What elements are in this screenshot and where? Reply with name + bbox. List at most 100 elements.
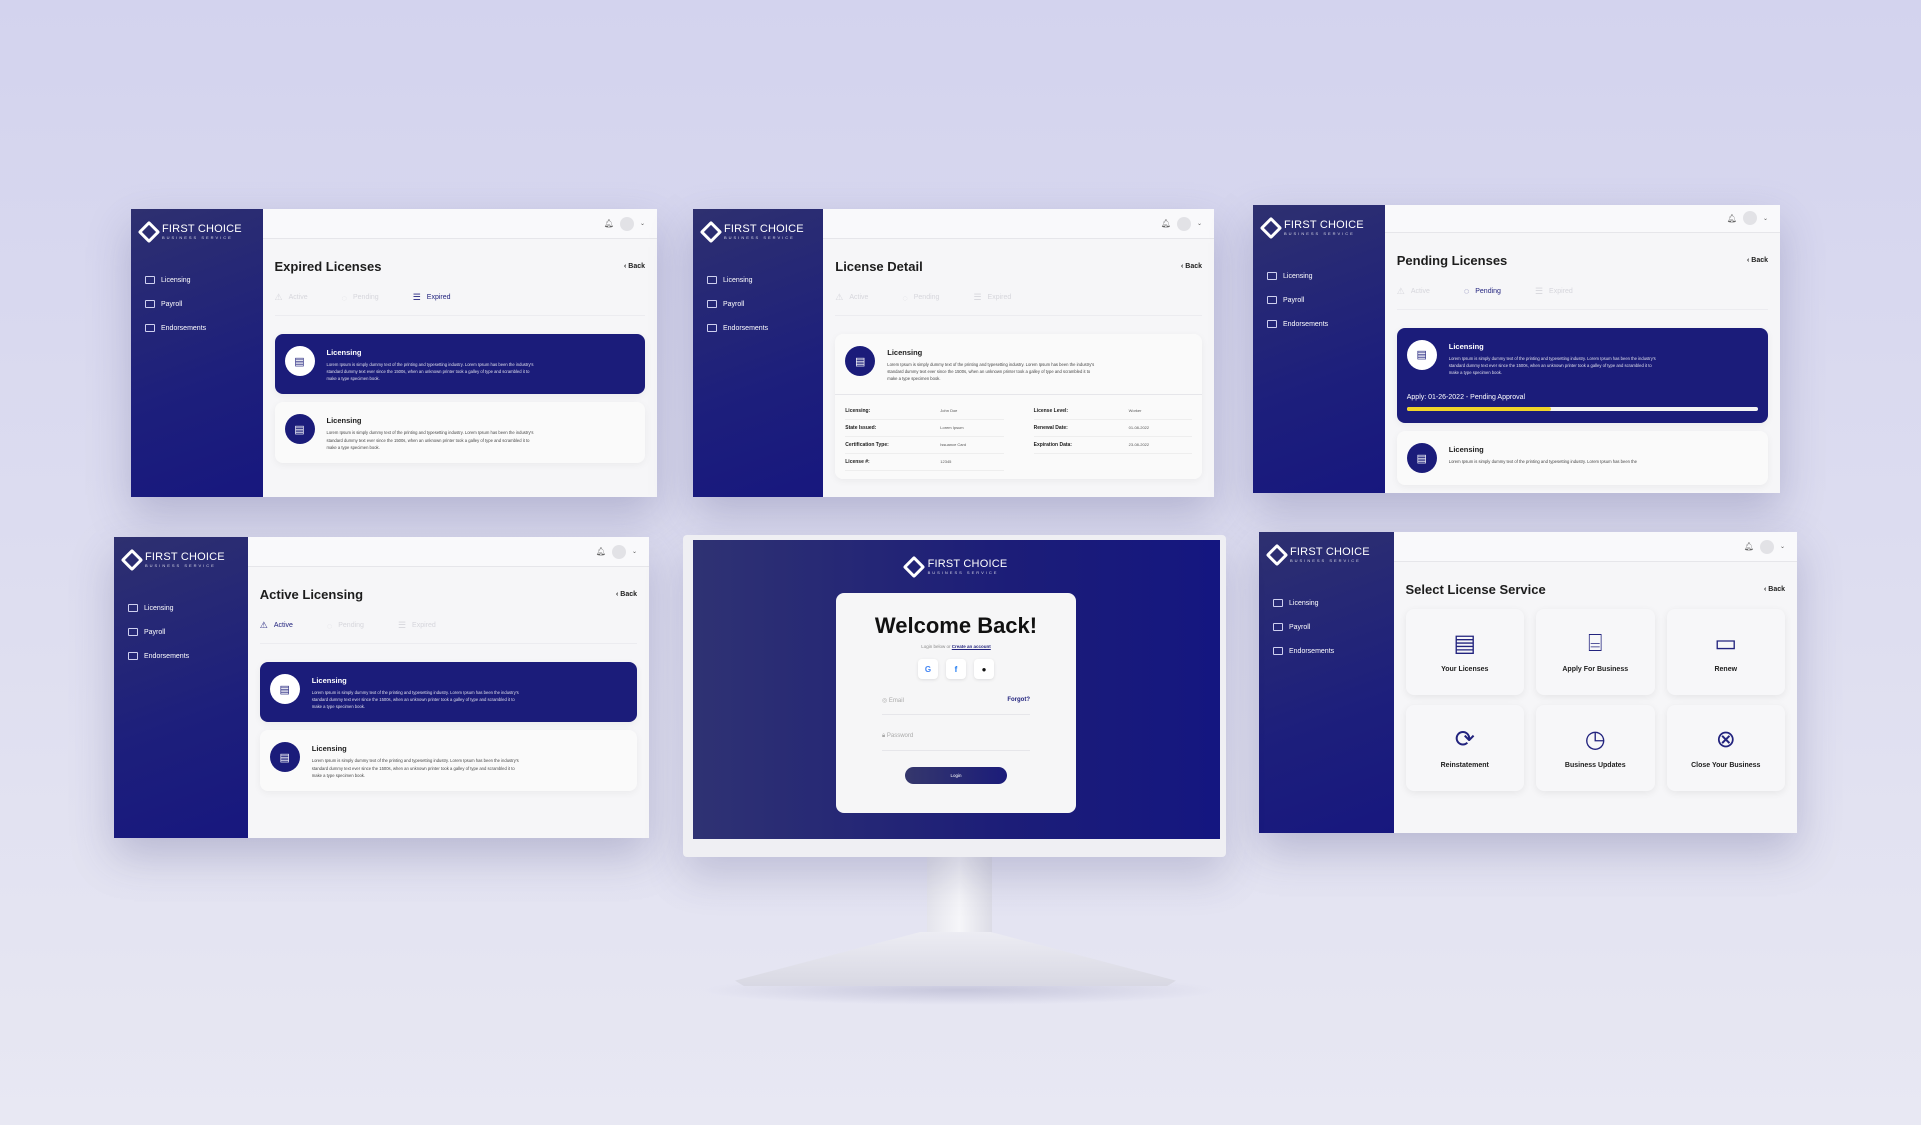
bell-icon[interactable]: 🔔︎	[1161, 219, 1171, 228]
tab-expired[interactable]: ☰ Expired	[398, 620, 436, 631]
email-field[interactable]: ◎ Email Forgot?	[882, 691, 1030, 715]
field-value: 12345	[940, 459, 952, 465]
tab-expired[interactable]: ☰ Expired	[413, 292, 451, 303]
facebook-login-button[interactable]: f	[946, 659, 966, 679]
tab-pending[interactable]: ◌ Pending	[1464, 286, 1501, 297]
sidebar-item-endorsements[interactable]: Endorsements	[1267, 320, 1375, 328]
chevron-down-icon[interactable]: ⌄	[1780, 543, 1785, 550]
tile-your-licenses[interactable]: ▤ Your Licenses	[1405, 609, 1524, 695]
chevron-down-icon[interactable]: ⌄	[632, 548, 637, 555]
spinner-icon: ◌	[341, 292, 347, 303]
avatar[interactable]	[1742, 211, 1757, 226]
briefcase-icon: ⌸	[1588, 629, 1603, 657]
sidebar-item-licensing[interactable]: Licensing	[707, 276, 813, 284]
monitor: FIRST CHOICE BUSINESS SERVICE Welcome Bac…	[683, 535, 1226, 857]
bell-icon[interactable]: 🔔︎	[1727, 214, 1737, 223]
tile-renew[interactable]: ▭ Renew	[1666, 609, 1785, 695]
tab-expired[interactable]: ☰ Expired	[1535, 286, 1573, 297]
tab-active[interactable]: ⚠︎ Active	[260, 620, 293, 631]
license-card[interactable]: ▤ Licensing Lorem Ipsum is simply dummy te…	[1396, 431, 1768, 485]
tab-label: Active	[288, 294, 308, 301]
license-card[interactable]: ▤ Licensing Lorem Ipsum is simply dummy te…	[259, 662, 637, 723]
chevron-down-icon[interactable]: ⌄	[1763, 215, 1768, 222]
detail-column: Licensing: John Doe State Issued: Lorem Ips…	[845, 403, 1004, 472]
sidebar-item-licensing[interactable]: Licensing	[1273, 599, 1384, 607]
main-area: 🔔︎ ⌄ Active Licensing ‹ Back ⚠︎ Active ◌ Pendin…	[247, 537, 649, 838]
tab-pending[interactable]: ◌ Pending	[327, 620, 364, 631]
bell-icon[interactable]: 🔔︎	[1744, 542, 1754, 551]
avatar[interactable]	[1759, 539, 1774, 554]
sidebar-item-endorsements[interactable]: Endorsements	[707, 324, 813, 332]
avatar[interactable]	[619, 216, 634, 231]
pending-progress: Apply: 01-26-2022 - Pending Approval	[1406, 388, 1758, 411]
tab-label: Active	[849, 294, 869, 301]
tab-active[interactable]: ⚠︎ Active	[275, 292, 308, 303]
tile-close-your-business[interactable]: ⊗ Close Your Business	[1666, 705, 1785, 791]
top-bar: 🔔︎ ⌄	[1393, 532, 1797, 562]
tile-reinstatement[interactable]: ⟳ Reinstatement	[1405, 705, 1524, 791]
license-card[interactable]: ▤ Licensing Lorem Ipsum is simply dummy te…	[1396, 327, 1768, 423]
card-description: Lorem Ipsum is simply dummy text of the …	[1448, 459, 1637, 464]
sidebar-item-endorsements[interactable]: Endorsements	[1273, 647, 1384, 655]
pending-licenses-screen: FIRST CHOICE BUSINESS SERVICE Licensing Pay…	[1253, 205, 1780, 493]
forgot-link[interactable]: Forgot?	[1007, 697, 1030, 704]
license-card[interactable]: ▤ Licensing Lorem Ipsum is simply dummy te…	[274, 402, 645, 463]
warning-triangle-icon: ⚠︎	[1396, 285, 1405, 296]
sidebar-item-payroll[interactable]: Payroll	[1273, 623, 1384, 631]
tile-apply-for-business[interactable]: ⌸ Apply For Business	[1536, 609, 1655, 695]
brand-logo: FIRST CHOICE BUSINESS SERVICE	[1259, 216, 1375, 239]
sidebar-item-label: Licensing	[723, 276, 753, 284]
back-button[interactable]: ‹ Back	[616, 591, 637, 598]
sidebar: FIRST CHOICE BUSINESS SERVICE Licensing Pay…	[131, 209, 263, 497]
detail-column: License Level: Worker Renewal Date: 01-08-2…	[1033, 403, 1192, 471]
sidebar-item-licensing[interactable]: Licensing	[128, 604, 238, 612]
detail-row: Renewal Date: 01-08-2022	[1033, 420, 1192, 438]
sidebar-item-label: Licensing	[161, 276, 191, 284]
sidebar-item-payroll[interactable]: Payroll	[145, 300, 253, 308]
tab-active[interactable]: ⚠︎ Active	[1397, 286, 1430, 297]
back-button[interactable]: ‹ Back	[624, 263, 645, 270]
monitor-stand-base	[735, 932, 1176, 986]
chevron-down-icon[interactable]: ⌄	[1197, 220, 1202, 227]
password-field[interactable]: 🔒︎ Password	[882, 727, 1030, 751]
bell-icon[interactable]: 🔔︎	[604, 219, 614, 228]
card-text: Licensing Lorem Ipsum is simply dummy tex…	[887, 346, 1097, 382]
tile-business-updates[interactable]: ◷ Business Updates	[1536, 705, 1655, 791]
tab-pending[interactable]: ◌ Pending	[902, 292, 939, 303]
login-button[interactable]: Login	[905, 767, 1007, 784]
spinner-icon: ◌	[1463, 286, 1470, 297]
chevron-down-icon[interactable]: ⌄	[640, 220, 645, 227]
diploma-icon: ▭	[1714, 629, 1738, 657]
license-card[interactable]: ▤ Licensing Lorem Ipsum is simply dummy te…	[835, 334, 1202, 395]
sidebar-item-payroll[interactable]: Payroll	[1267, 296, 1375, 304]
tab-pending[interactable]: ◌ Pending	[342, 292, 379, 303]
sidebar-item-payroll[interactable]: Payroll	[707, 300, 813, 308]
sidebar-item-licensing[interactable]: Licensing	[145, 276, 253, 284]
google-login-button[interactable]: G	[918, 659, 938, 679]
sidebar-item-endorsements[interactable]: Endorsements	[145, 324, 253, 332]
back-button[interactable]: ‹ Back	[1764, 586, 1785, 593]
page-header: License Detail ‹ Back	[835, 259, 1202, 274]
warning-triangle-icon: ⚠︎	[835, 292, 844, 302]
sidebar-item-licensing[interactable]: Licensing	[1267, 272, 1375, 280]
tab-label: Expired	[1549, 287, 1573, 295]
sidebar-item-endorsements[interactable]: Endorsements	[128, 652, 238, 660]
license-card[interactable]: ▤ Licensing Lorem Ipsum is simply dummy te…	[259, 730, 637, 791]
avatar[interactable]	[611, 544, 626, 559]
sidebar-item-label: Payroll	[1289, 623, 1311, 631]
apple-login-button[interactable]: ●	[974, 659, 994, 679]
bell-icon[interactable]: 🔔︎	[596, 547, 606, 556]
back-button[interactable]: ‹ Back	[1181, 263, 1202, 270]
avatar[interactable]	[1176, 216, 1191, 231]
tab-expired[interactable]: ☰ Expired	[973, 292, 1011, 303]
sidebar-item-label: Payroll	[1283, 296, 1305, 304]
page-title: Select License Service	[1405, 582, 1546, 597]
card-title: Licensing	[1448, 341, 1484, 351]
license-card[interactable]: ▤ Licensing Lorem Ipsum is simply dummy te…	[274, 334, 645, 395]
sidebar-item-payroll[interactable]: Payroll	[128, 628, 238, 636]
top-bar: 🔔︎ ⌄	[823, 209, 1214, 239]
payroll-icon	[1267, 296, 1277, 304]
create-account-link[interactable]: Create an account	[952, 644, 991, 649]
back-button[interactable]: ‹ Back	[1747, 257, 1768, 264]
tab-active[interactable]: ⚠︎ Active	[835, 292, 868, 303]
